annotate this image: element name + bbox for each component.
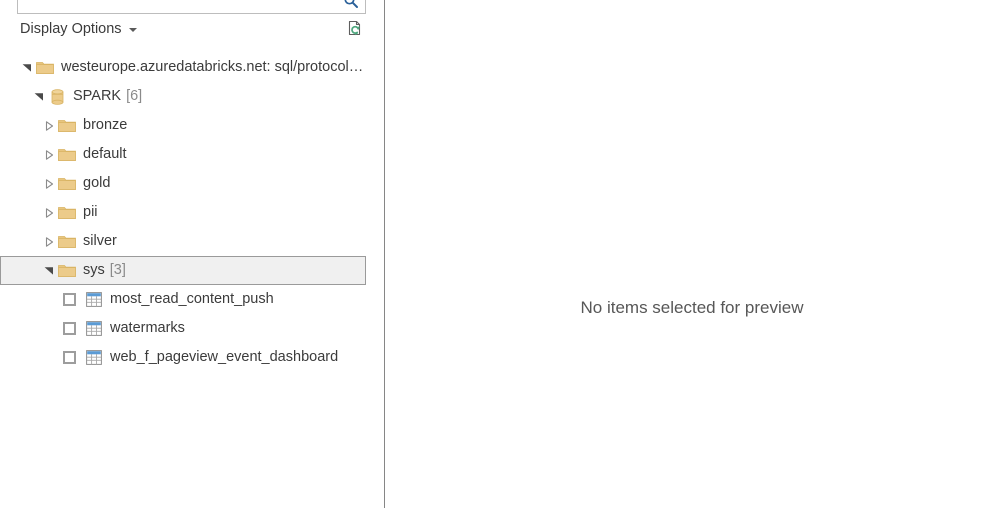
tree-node-web-f-pageview-event-dashboard[interactable]: web_f_pageview_event_dashboard xyxy=(0,343,366,372)
tree-node-label: most_read_content_push xyxy=(110,292,274,307)
tree-node-label: watermarks xyxy=(110,321,185,336)
triangle-collapsed-icon[interactable] xyxy=(41,118,57,134)
tree-node-label: bronze xyxy=(83,118,128,133)
tree-node-watermarks[interactable]: watermarks xyxy=(0,314,366,343)
tree-node-pii[interactable]: pii xyxy=(0,198,366,227)
tree-node-label: SPARK xyxy=(73,89,122,104)
triangle-expanded-icon[interactable] xyxy=(19,60,35,76)
tree-node-label: web_f_pageview_event_dashboard xyxy=(110,350,339,365)
triangle-collapsed-icon[interactable] xyxy=(41,176,57,192)
folder-icon xyxy=(57,233,77,251)
folder-icon xyxy=(35,59,55,77)
search-icon[interactable] xyxy=(339,0,363,12)
search-input[interactable] xyxy=(22,0,322,11)
database-icon xyxy=(47,88,67,106)
triangle-collapsed-icon[interactable] xyxy=(41,205,57,221)
tree-node-count: [6] xyxy=(126,88,143,105)
folder-icon xyxy=(57,175,77,193)
tree-node-bronze[interactable]: bronze xyxy=(0,111,366,140)
tree-node-label: sys xyxy=(83,263,105,278)
folder-icon xyxy=(57,146,77,164)
table-icon xyxy=(84,349,104,367)
table-icon xyxy=(84,291,104,309)
folder-icon xyxy=(57,117,77,135)
triangle-expanded-icon[interactable] xyxy=(31,89,47,105)
object-tree[interactable]: westeurope.azuredatabricks.net: sql/prot… xyxy=(0,53,384,493)
folder-icon xyxy=(57,262,77,280)
triangle-collapsed-icon[interactable] xyxy=(41,147,57,163)
tree-node-default[interactable]: default xyxy=(0,140,366,169)
display-options-dropdown[interactable]: Display Options xyxy=(18,18,139,40)
tree-node-westeurope-azuredatabricks-net-sql-protocolv-[interactable]: westeurope.azuredatabricks.net: sql/prot… xyxy=(0,53,366,82)
tree-node-count: [3] xyxy=(109,262,126,279)
table-icon xyxy=(84,320,104,338)
explorer-toolbar: Display Options xyxy=(0,18,384,42)
preview-empty-message: No items selected for preview xyxy=(580,298,804,317)
tree-node-silver[interactable]: silver xyxy=(0,227,366,256)
chevron-down-icon xyxy=(128,28,137,32)
tree-node-label: gold xyxy=(83,176,111,191)
tree-node-spark[interactable]: SPARK [6] xyxy=(0,82,366,111)
folder-icon xyxy=(57,204,77,222)
refresh-page-icon[interactable] xyxy=(343,17,367,41)
object-explorer-pane: Display Options westeurope.azuredatabric… xyxy=(0,0,384,508)
tree-node-gold[interactable]: gold xyxy=(0,169,366,198)
tree-node-label: silver xyxy=(83,234,117,249)
tree-node-checkbox[interactable] xyxy=(63,322,76,335)
tree-node-label: default xyxy=(83,147,127,162)
tree-node-checkbox[interactable] xyxy=(63,351,76,364)
tree-node-sys[interactable]: sys [3] xyxy=(0,256,366,285)
triangle-expanded-icon[interactable] xyxy=(41,263,57,279)
tree-node-label: pii xyxy=(83,205,98,220)
triangle-collapsed-icon[interactable] xyxy=(41,234,57,250)
tree-node-most-read-content-push[interactable]: most_read_content_push xyxy=(0,285,366,314)
display-options-label: Display Options xyxy=(20,20,122,37)
tree-node-label: westeurope.azuredatabricks.net: sql/prot… xyxy=(61,60,365,75)
preview-pane: No items selected for preview xyxy=(385,0,999,508)
tree-node-checkbox[interactable] xyxy=(63,293,76,306)
search-box[interactable] xyxy=(17,0,366,14)
